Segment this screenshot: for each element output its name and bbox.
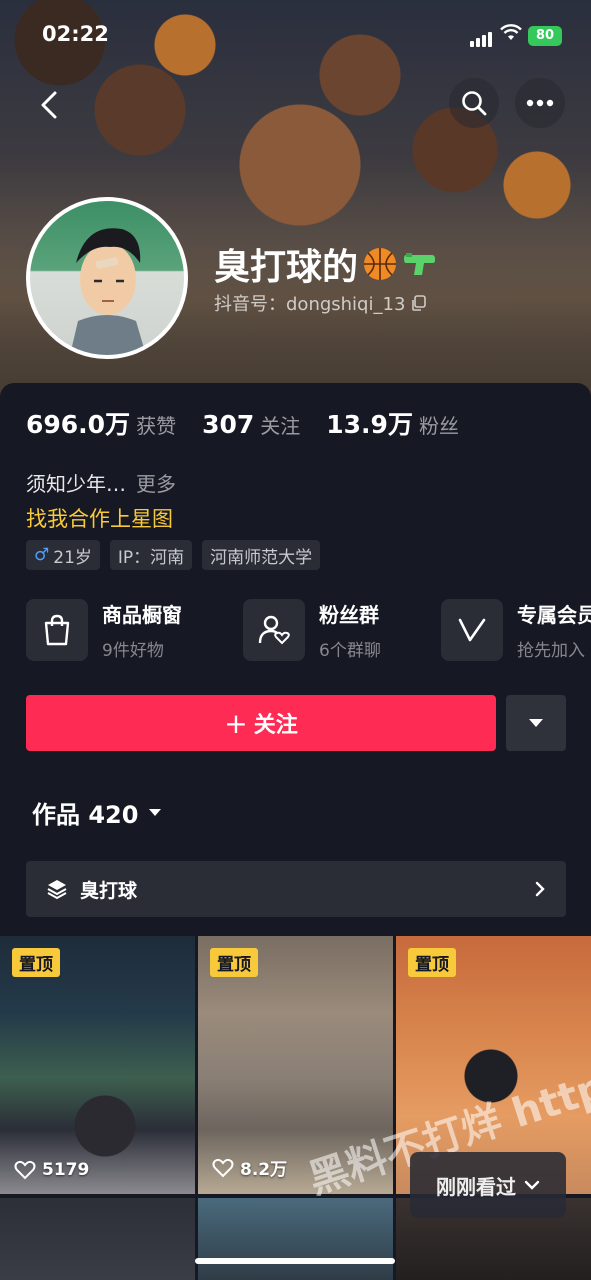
stat-likes[interactable]: 696.0万 获赞 xyxy=(26,405,176,441)
service-fan-group[interactable]: 粉丝群 6个群聊 xyxy=(243,599,381,661)
copy-icon[interactable] xyxy=(411,295,427,311)
service-title: 专属会员 xyxy=(517,603,591,627)
bio: 须知少年… 更多 xyxy=(26,468,176,497)
shopping-bag-icon xyxy=(26,599,88,661)
stat-followers[interactable]: 13.9万 粉丝 xyxy=(326,405,459,441)
ellipsis-icon xyxy=(526,99,554,107)
collection-bar[interactable]: 臭打球 xyxy=(26,861,566,917)
caret-down-icon xyxy=(149,809,162,816)
profile-nickname: 臭打球的 xyxy=(214,238,438,290)
vip-icon xyxy=(441,599,503,661)
signal-icon xyxy=(470,28,494,47)
avatar[interactable] xyxy=(26,197,188,359)
works-label: 作品 420 xyxy=(32,801,139,829)
status-bar: 02:22 80 xyxy=(0,18,591,54)
back-button[interactable] xyxy=(24,80,74,130)
recently-viewed-label: 刚刚看过 xyxy=(436,1174,516,1199)
collection-label: 臭打球 xyxy=(80,879,138,902)
follow-options-button[interactable] xyxy=(506,695,566,751)
stat-value: 696.0万 xyxy=(26,410,131,439)
follow-label: 关注 xyxy=(253,713,298,738)
stat-label: 粉丝 xyxy=(418,414,459,438)
nickname-text: 臭打球的 xyxy=(214,247,359,288)
douyin-id-text: 抖音号：dongshiqi_13 xyxy=(214,294,406,315)
tab-works[interactable]: 作品 420 xyxy=(32,795,162,830)
pinned-badge: 置顶 xyxy=(408,948,456,977)
age-text: 21岁 xyxy=(53,547,92,568)
service-subtitle: 抢先加入 xyxy=(517,641,585,661)
stat-following[interactable]: 307 关注 xyxy=(202,410,300,439)
video-item[interactable] xyxy=(198,1198,393,1280)
pinned-badge: 置顶 xyxy=(210,948,258,977)
search-icon xyxy=(462,91,487,116)
chevron-left-icon xyxy=(41,91,57,119)
profile-tags: ♂ 21岁 IP：河南 河南师范大学 xyxy=(26,540,321,570)
stat-label: 获赞 xyxy=(136,414,177,438)
service-subtitle: 6个群聊 xyxy=(319,641,381,661)
chevron-right-icon xyxy=(535,881,545,897)
water-gun-icon xyxy=(404,253,436,275)
bio-more-link[interactable]: 更多 xyxy=(136,472,176,496)
service-shop-window[interactable]: 商品橱窗 9件好物 xyxy=(26,599,182,661)
home-indicator[interactable] xyxy=(195,1258,395,1264)
service-subtitle: 9件好物 xyxy=(102,641,164,661)
male-icon: ♂ xyxy=(34,545,50,565)
heart-icon xyxy=(14,1160,36,1180)
video-item[interactable] xyxy=(0,1198,195,1280)
wifi-icon xyxy=(500,24,522,40)
service-vip[interactable]: 专属会员 抢先加入 xyxy=(441,599,591,661)
services-row: 商品橱窗 9件好物 粉丝群 6个群聊 专属会员 抢先加入 xyxy=(26,599,591,665)
fan-group-icon xyxy=(243,599,305,661)
layers-icon xyxy=(47,880,67,900)
ip-tag: IP：河南 xyxy=(109,540,193,570)
caret-down-icon xyxy=(529,719,543,727)
battery-indicator: 80 xyxy=(528,26,562,46)
stat-label: 关注 xyxy=(260,414,301,438)
like-count: 8.2万 xyxy=(212,1155,287,1180)
stat-value: 13.9万 xyxy=(326,410,413,439)
service-title: 商品橱窗 xyxy=(102,603,182,627)
like-count: 5179 xyxy=(14,1160,89,1180)
bio-text: 须知少年… xyxy=(26,472,126,496)
avatar-illustration xyxy=(70,228,146,355)
service-title: 粉丝群 xyxy=(319,603,379,627)
school-tag[interactable]: 河南师范大学 xyxy=(202,540,321,570)
age-tag: ♂ 21岁 xyxy=(26,540,100,570)
status-time: 02:22 xyxy=(42,22,109,46)
like-count-text: 8.2万 xyxy=(240,1160,288,1180)
recently-viewed-button[interactable]: 刚刚看过 xyxy=(410,1152,566,1218)
plus-icon: + xyxy=(224,706,248,740)
douyin-id: 抖音号：dongshiqi_13 xyxy=(214,290,427,316)
basketball-icon xyxy=(364,248,397,280)
search-button[interactable] xyxy=(449,78,499,128)
follow-button[interactable]: + 关注 xyxy=(26,695,496,751)
profile-stats: 696.0万 获赞 307 关注 13.9万 粉丝 xyxy=(26,405,459,441)
video-item[interactable]: 置顶 5179 xyxy=(0,936,195,1194)
more-options-button[interactable] xyxy=(515,78,565,128)
cooperate-link[interactable]: 找我合作上星图 xyxy=(26,503,173,533)
like-count-text: 5179 xyxy=(42,1160,90,1180)
stat-value: 307 xyxy=(202,410,255,439)
chevron-down-icon xyxy=(524,1180,540,1190)
heart-icon xyxy=(212,1158,234,1177)
pinned-badge: 置顶 xyxy=(12,948,60,977)
